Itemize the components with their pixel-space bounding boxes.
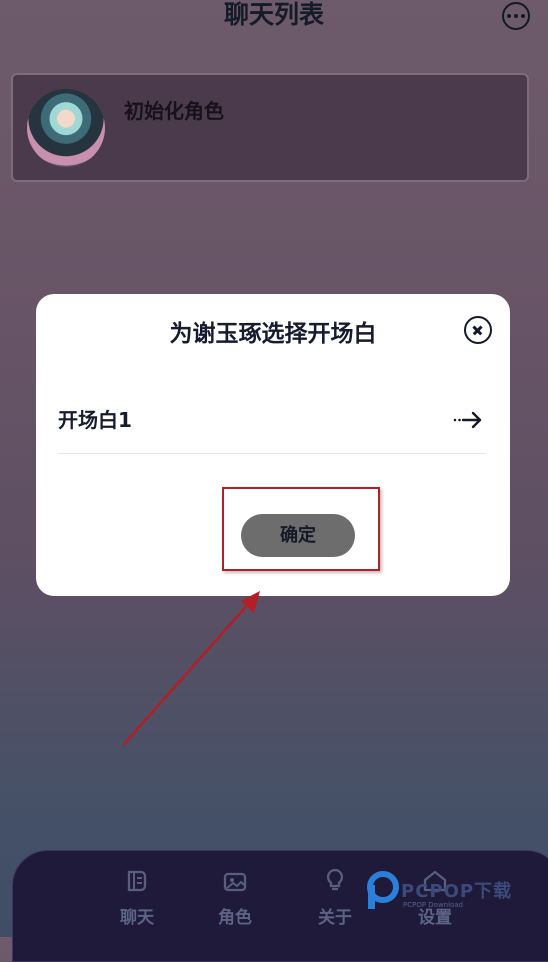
more-horizontal-icon — [507, 14, 511, 18]
avatar — [27, 89, 105, 167]
chat-name: 初始化角色 — [124, 99, 224, 123]
dialog-title: 为谢玉琢选择开场白 — [169, 321, 377, 347]
tab-chat[interactable]: 聊天 — [107, 867, 167, 928]
watermark-brand: PCPOP下载 — [401, 881, 513, 902]
tab-label: 角色 — [218, 908, 252, 928]
more-horizontal-icon — [514, 14, 518, 18]
tab-role[interactable]: 角色 — [205, 867, 265, 928]
tab-label: 聊天 — [120, 908, 154, 928]
option-item[interactable]: 开场白1 — [58, 384, 486, 454]
watermark-sub: PCPOP Download — [403, 901, 464, 909]
more-options-button[interactable] — [502, 2, 530, 30]
more-horizontal-icon — [521, 14, 525, 18]
close-icon[interactable] — [464, 316, 492, 344]
role-gallery-icon — [223, 872, 247, 892]
chat-icon — [127, 870, 147, 892]
page-title: 聊天列表 — [223, 0, 324, 29]
chat-list-item[interactable]: 初始化角色 — [11, 73, 529, 182]
watermark: PCPOP下载 PCPOP Download — [363, 871, 533, 915]
lightbulb-icon — [326, 868, 344, 891]
option-label: 开场白1 — [58, 408, 132, 432]
tab-label: 关于 — [318, 908, 352, 928]
arrow-right-icon — [453, 411, 482, 429]
tab-about[interactable]: 关于 — [305, 867, 365, 928]
annotation-highlight-box — [222, 487, 380, 571]
watermark-logo-icon — [367, 871, 399, 909]
